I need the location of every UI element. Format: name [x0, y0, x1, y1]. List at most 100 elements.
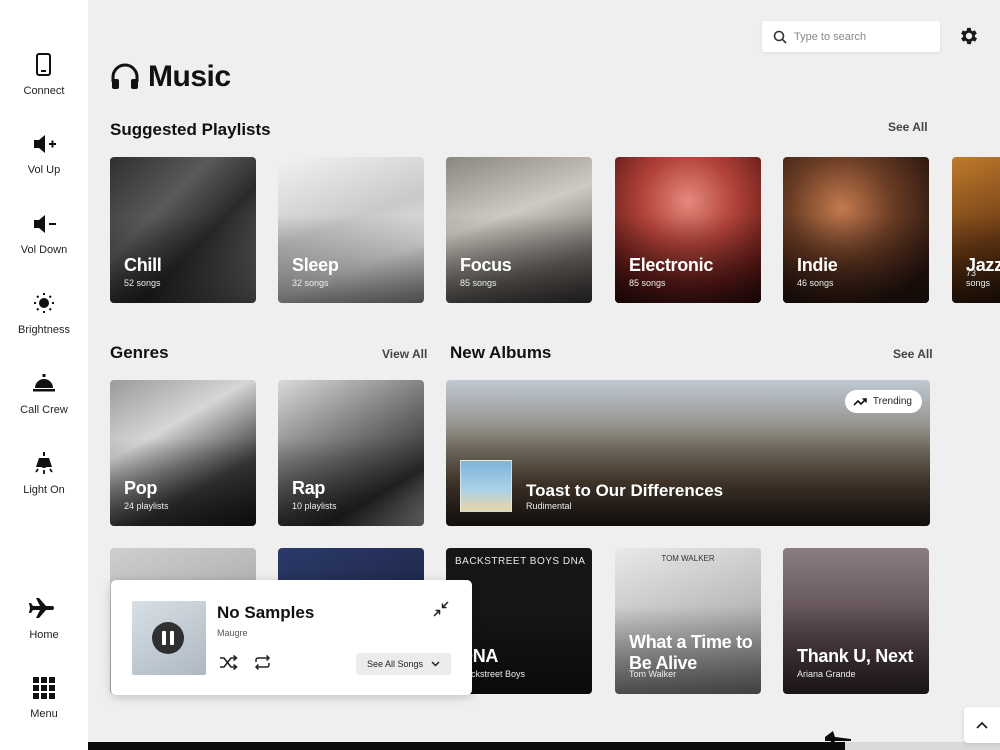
sidebar-item-label: Home: [29, 629, 59, 641]
progress-bar: [88, 742, 1000, 750]
shuffle-button[interactable]: [219, 654, 238, 675]
card-shade: [446, 423, 930, 526]
service-bell-icon: [0, 372, 88, 402]
player-artist: Maugre: [217, 628, 248, 638]
genres-heading: Genres: [110, 343, 169, 362]
trending-up-icon: [853, 397, 867, 406]
playlist-title: Indie: [797, 255, 838, 275]
pause-icon: [170, 631, 174, 645]
genre-card-pop[interactable]: Pop 24 playlists: [110, 380, 256, 526]
album-artist: Tom Walker: [629, 669, 677, 679]
airplane-icon: [0, 597, 88, 627]
playlist-count: 85 songs: [629, 278, 666, 288]
genre-count: 10 playlists: [292, 501, 337, 511]
playlist-title: Focus: [460, 255, 512, 275]
chevron-down-icon: [431, 661, 440, 667]
repeat-button[interactable]: [253, 654, 272, 675]
settings-button[interactable]: [958, 25, 980, 47]
gear-icon: [961, 27, 977, 45]
genre-card-rap[interactable]: Rap 10 playlists: [278, 380, 424, 526]
progress-fill: [88, 742, 845, 750]
playlist-count: 85 songs: [460, 278, 497, 288]
sidebar-item-label: Brightness: [18, 324, 70, 336]
airplane-icon: [825, 731, 851, 747]
page-title: Music: [110, 57, 231, 97]
player-song-title: No Samples: [217, 603, 315, 622]
sidebar-item-vol-down[interactable]: Vol Down: [0, 212, 88, 256]
sidebar-item-label: Light On: [23, 484, 65, 496]
album-cover-text: BACKSTREET BOYS DNA: [455, 556, 586, 567]
chevron-up-icon: [976, 721, 988, 729]
playlist-title: Electronic: [629, 255, 714, 275]
reading-light-icon: [0, 452, 88, 482]
playlist-card-chill[interactable]: Chill 52 songs: [110, 157, 256, 303]
sidebar-item-brightness[interactable]: Brightness: [0, 292, 88, 336]
trending-badge[interactable]: Trending: [844, 390, 922, 413]
pause-button[interactable]: [152, 622, 184, 654]
see-all-songs-label: See All Songs: [367, 659, 424, 669]
playlist-title: Chill: [124, 255, 162, 275]
new-albums-see-all-link[interactable]: See All: [893, 347, 933, 361]
playlist-title: Sleep: [292, 255, 339, 275]
playlist-card-sleep[interactable]: Sleep 32 songs: [278, 157, 424, 303]
scroll-to-top-button[interactable]: [964, 707, 1000, 743]
sun-icon: [0, 292, 88, 322]
album-title-line: What a Time to: [629, 632, 753, 652]
album-title: Thank U, Next: [797, 646, 914, 666]
grid-icon: [0, 676, 88, 706]
genres-view-all-link[interactable]: View All: [382, 347, 427, 361]
featured-album-title: Toast to Our Differences: [526, 481, 724, 500]
now-playing-player: No Samples Maugre See All Songs: [111, 580, 472, 695]
genre-title: Rap: [292, 478, 326, 498]
sidebar-item-label: Menu: [30, 708, 58, 720]
sidebar-item-call-crew[interactable]: Call Crew: [0, 372, 88, 416]
playlist-count: 73 songs: [966, 268, 991, 288]
genre-count: 24 playlists: [124, 501, 169, 511]
sidebar-item-label: Vol Down: [20, 244, 68, 256]
genre-title: Pop: [124, 478, 158, 498]
playlist-card-jazz[interactable]: Jazz 73 songs: [952, 157, 1000, 303]
phone-icon: [0, 53, 88, 83]
album-title: What a Time to Be Alive: [629, 632, 753, 674]
sidebar-item-home[interactable]: Home: [0, 597, 88, 641]
album-card-thank-u-next[interactable]: Thank U, Next Ariana Grande: [783, 548, 929, 694]
search-icon: [773, 30, 787, 44]
trending-label: Trending: [872, 396, 912, 407]
playlist-card-electronic[interactable]: Electronic 85 songs: [615, 157, 761, 303]
playlist-card-indie[interactable]: Indie 46 songs: [783, 157, 929, 303]
featured-album-artist: Rudimental: [526, 501, 572, 511]
collapse-icon: [433, 601, 449, 617]
sidebar-item-menu[interactable]: Menu: [0, 676, 88, 720]
minimize-player-button[interactable]: [433, 601, 449, 622]
album-thumbnail: [460, 460, 512, 512]
suggested-playlists-heading: Suggested Playlists: [110, 120, 271, 139]
album-card-what-a-time-to-be-alive[interactable]: TOM WALKER What a Time to Be Alive Tom W…: [615, 548, 761, 694]
pause-icon: [162, 631, 166, 645]
search-box[interactable]: [762, 21, 940, 52]
sidebar-item-vol-up[interactable]: Vol Up: [0, 132, 88, 176]
playlist-count: 52 songs: [124, 278, 161, 288]
sidebar: Connect Vol Up Vol Down Brightness Call …: [0, 0, 88, 750]
shuffle-icon: [220, 654, 238, 671]
playlist-count: 46 songs: [797, 278, 834, 288]
repeat-icon: [254, 654, 271, 671]
volume-down-icon: [0, 212, 88, 242]
playlist-count: 32 songs: [292, 278, 329, 288]
sidebar-item-label: Connect: [23, 85, 65, 97]
see-all-songs-dropdown[interactable]: See All Songs: [356, 653, 451, 675]
suggested-see-all-link[interactable]: See All: [888, 120, 928, 134]
sidebar-item-light-on[interactable]: Light On: [0, 452, 88, 496]
playlist-card-focus[interactable]: Focus 85 songs: [446, 157, 592, 303]
sidebar-item-label: Vol Up: [27, 164, 61, 176]
volume-up-icon: [0, 132, 88, 162]
new-albums-heading: New Albums: [450, 343, 552, 362]
sidebar-item-connect[interactable]: Connect: [0, 53, 88, 97]
headphones-icon: [111, 63, 139, 89]
search-input[interactable]: [794, 27, 930, 46]
album-artist: Ariana Grande: [797, 669, 856, 679]
player-album-art: [132, 601, 206, 675]
sidebar-item-label: Call Crew: [20, 404, 68, 416]
album-cover-text: TOM WALKER: [661, 554, 715, 563]
page-title-text: Music: [148, 60, 231, 93]
featured-album-card[interactable]: Trending Toast to Our Differences Rudime…: [446, 380, 930, 526]
